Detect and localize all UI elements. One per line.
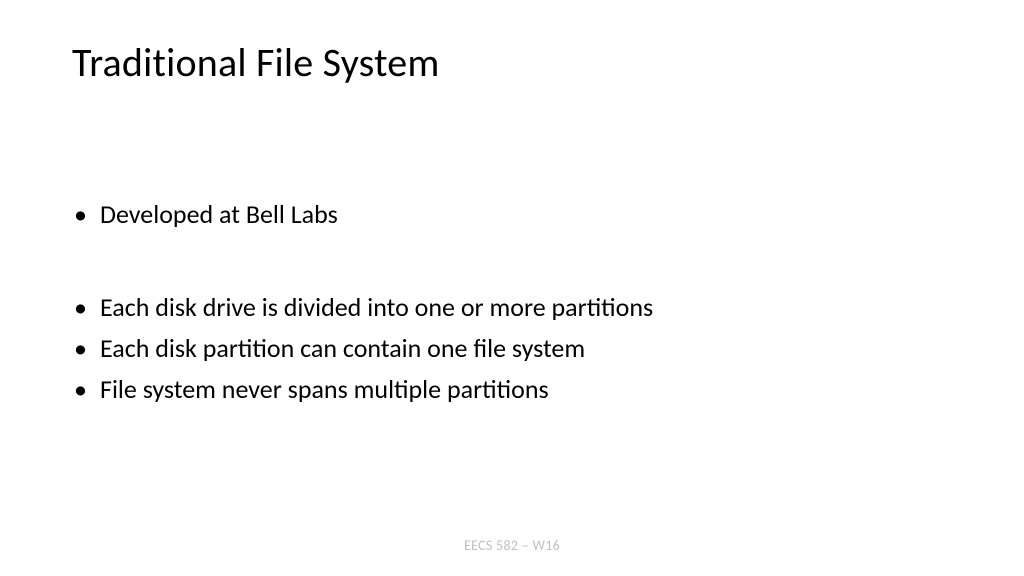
bullet-text: Developed at Bell Labs — [100, 197, 952, 232]
bullet-marker-icon: • — [72, 331, 100, 366]
slide-title: Traditional File System — [72, 38, 952, 87]
bullet-item: • Each disk partition can contain one fi… — [72, 331, 952, 366]
bullet-marker-icon: • — [72, 197, 100, 232]
bullet-text: Each disk partition can contain one file… — [100, 331, 952, 366]
bullet-marker-icon: • — [72, 372, 100, 407]
bullet-item: • File system never spans multiple parti… — [72, 372, 952, 407]
bullet-text: File system never spans multiple partiti… — [100, 372, 952, 407]
bullet-marker-icon: • — [72, 290, 100, 325]
bullet-item: • Developed at Bell Labs — [72, 197, 952, 232]
bullet-text: Each disk drive is divided into one or m… — [100, 290, 952, 325]
slide: Traditional File System • Developed at B… — [0, 0, 1024, 576]
slide-content: • Developed at Bell Labs • Each disk dri… — [72, 197, 952, 407]
bullet-item: • Each disk drive is divided into one or… — [72, 290, 952, 325]
slide-footer: EECS 582 – W16 — [0, 537, 1024, 554]
